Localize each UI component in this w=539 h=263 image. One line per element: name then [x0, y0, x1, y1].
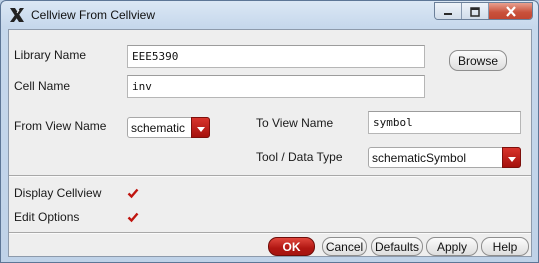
display-cellview-checkbox[interactable] — [127, 187, 139, 199]
dropdown-arrow-button[interactable] — [191, 117, 210, 138]
dialog-body: Library Name EEE5390 Browse Cell Name in… — [8, 29, 532, 257]
maximize-icon — [470, 6, 480, 17]
app-x-icon — [8, 6, 26, 24]
chevron-down-icon — [196, 121, 205, 135]
separator — [9, 232, 531, 234]
browse-button[interactable]: Browse — [449, 50, 507, 71]
display-cellview-label: Display Cellview — [14, 186, 102, 200]
checkmark-icon — [127, 188, 139, 199]
tool-data-type-label: Tool / Data Type — [256, 150, 343, 164]
tool-data-type-select[interactable]: schematicSymbol — [368, 147, 521, 168]
cancel-button[interactable]: Cancel — [322, 237, 367, 256]
ok-button[interactable]: OK — [268, 237, 315, 256]
cell-name-field[interactable]: inv — [127, 75, 425, 98]
dropdown-arrow-button[interactable] — [502, 147, 521, 168]
defaults-button[interactable]: Defaults — [371, 237, 423, 256]
library-name-field[interactable]: EEE5390 — [127, 45, 425, 68]
checkmark-icon — [127, 212, 139, 223]
window-title: Cellview From Cellview — [31, 8, 156, 22]
help-button[interactable]: Help — [481, 237, 529, 256]
edit-options-checkbox[interactable] — [127, 211, 139, 223]
dialog-window: Cellview From Cellview Library Name EEE5… — [0, 0, 539, 263]
minimize-icon — [443, 7, 453, 17]
to-view-name-label: To View Name — [256, 116, 334, 130]
minimize-button[interactable] — [435, 3, 462, 19]
cell-name-label: Cell Name — [14, 79, 71, 93]
close-button[interactable] — [489, 3, 532, 19]
edit-options-label: Edit Options — [14, 210, 80, 224]
tool-data-type-value: schematicSymbol — [372, 151, 467, 165]
apply-button[interactable]: Apply — [426, 237, 478, 256]
separator — [9, 175, 531, 177]
chevron-down-icon — [507, 151, 516, 165]
close-icon — [505, 6, 517, 17]
from-view-name-value: schematic — [131, 121, 186, 135]
from-view-name-label: From View Name — [14, 119, 107, 133]
to-view-name-field[interactable]: symbol — [368, 111, 521, 134]
maximize-button[interactable] — [462, 3, 489, 19]
title-bar[interactable]: Cellview From Cellview — [1, 1, 538, 29]
from-view-name-select[interactable]: schematic — [127, 117, 210, 138]
window-controls — [434, 2, 533, 20]
library-name-label: Library Name — [14, 48, 87, 62]
